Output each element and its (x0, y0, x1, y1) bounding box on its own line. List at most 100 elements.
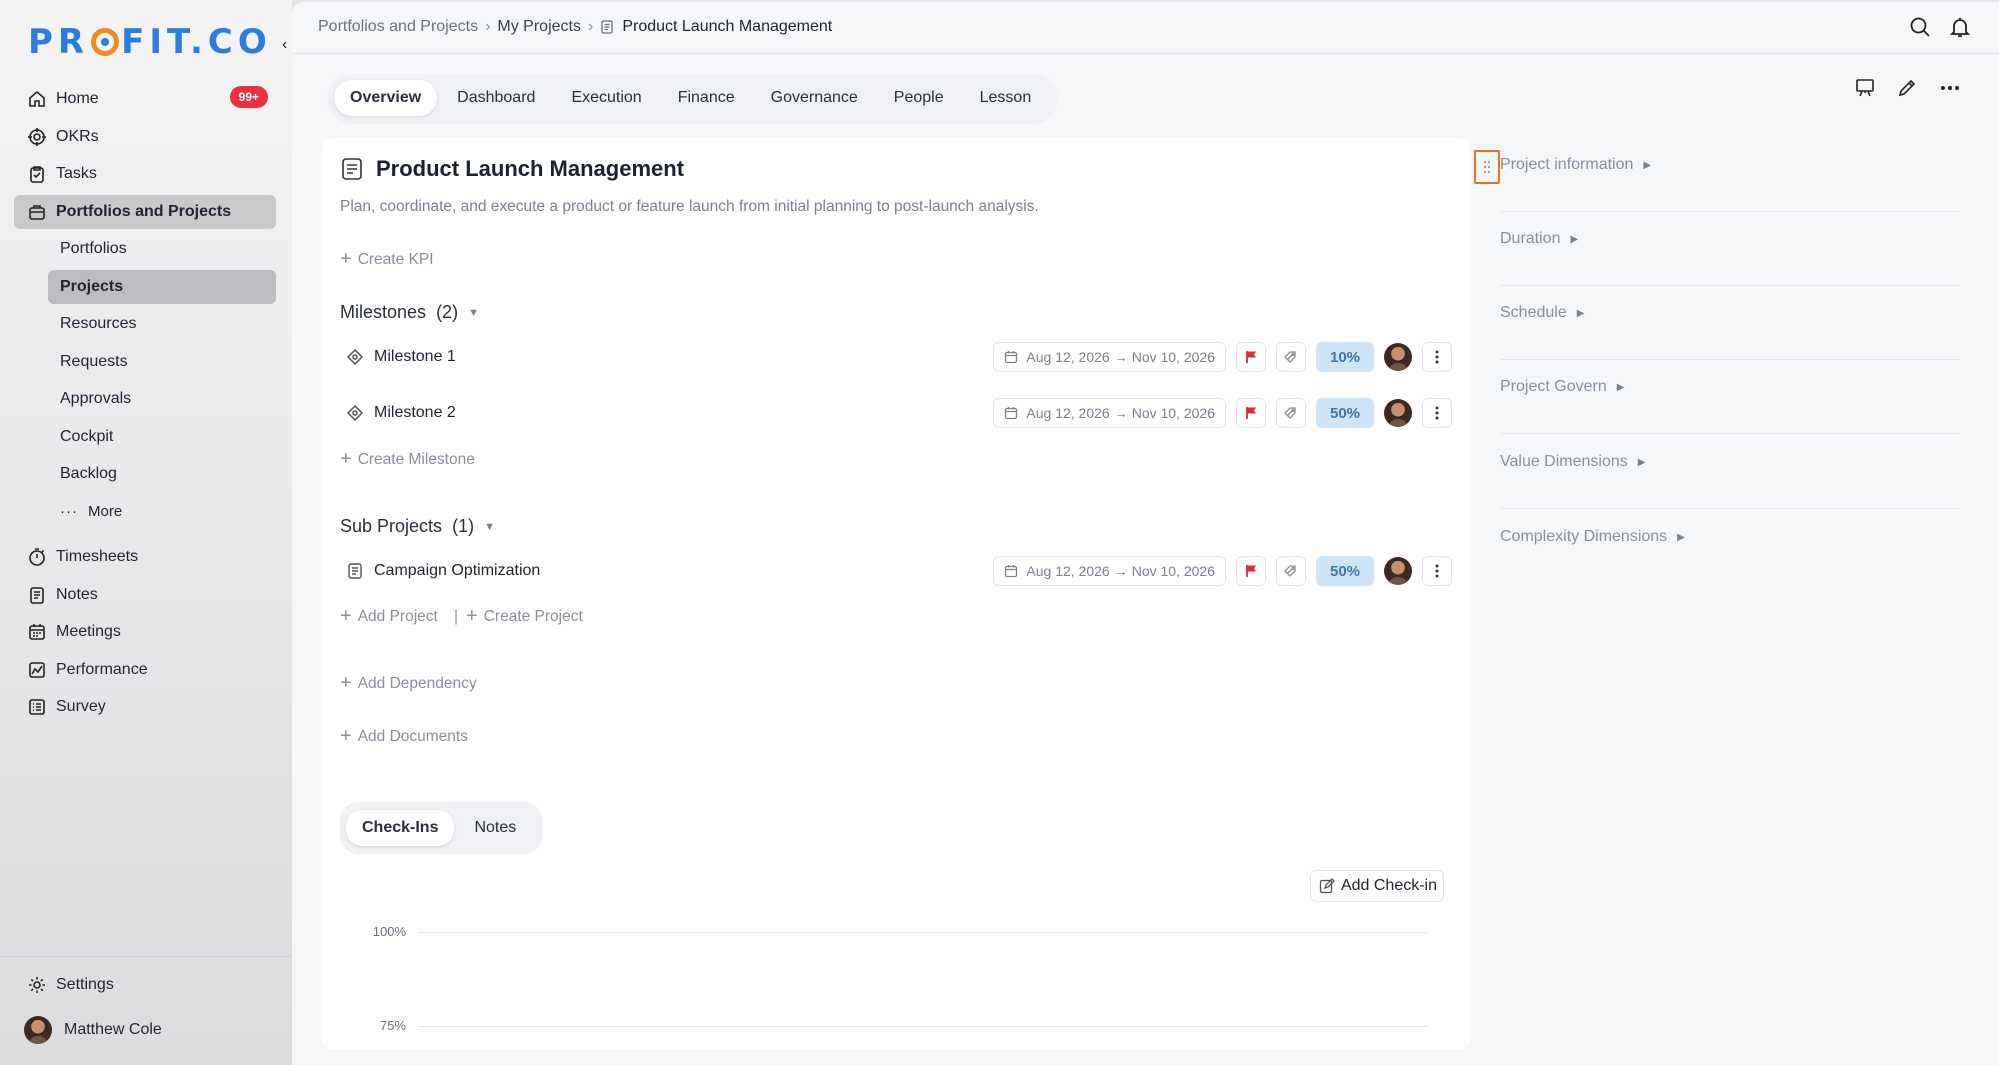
more-vertical-icon (1435, 350, 1439, 364)
avatar[interactable] (1384, 399, 1412, 427)
sidebar-subitem-backlog[interactable]: Backlog (48, 457, 276, 491)
plus-icon: + (340, 448, 352, 470)
tag-button[interactable] (1276, 342, 1306, 372)
date-range[interactable]: Aug 12, 2026 → Nov 10, 2026 (993, 342, 1226, 372)
panel-item-project-govern[interactable]: Project Govern ▶ (1500, 360, 1960, 434)
tag-button[interactable] (1276, 556, 1306, 586)
flag-icon (1246, 565, 1256, 577)
tag-icon (1284, 565, 1296, 577)
sub-projects-header[interactable]: Sub Projects (1) ▼ (340, 516, 495, 537)
sidebar-item-survey[interactable]: Survey (14, 690, 276, 724)
sub-project-row[interactable]: Campaign Optimization Aug 12, 2026 → Nov… (340, 552, 1456, 590)
sidebar-item-timesheets[interactable]: Timesheets (14, 540, 276, 574)
panel-item-project-information[interactable]: Project information ▶ (1500, 138, 1960, 212)
panel-item-duration[interactable]: Duration ▶ (1500, 212, 1960, 286)
sidebar-item-portfolios-and-projects[interactable]: Portfolios and Projects (14, 194, 276, 229)
create-project-button[interactable]: | + Create Project (454, 605, 583, 628)
caret-right-icon: ▶ (1643, 160, 1652, 171)
more-dots-icon: ··· (60, 503, 78, 520)
sidebar-item-meetings[interactable]: Meetings (14, 615, 276, 649)
plus-icon: + (340, 605, 352, 627)
milestone-row[interactable]: Milestone 1 Aug 12, 2026 → Nov 10, 2026 … (340, 338, 1456, 376)
panel-item-complexity-dimensions[interactable]: Complexity Dimensions ▶ (1500, 510, 1960, 584)
breadcrumb-my-projects[interactable]: My Projects (497, 18, 581, 36)
sidebar-subitem-cockpit[interactable]: Cockpit (48, 420, 276, 454)
priority-flag-button[interactable] (1236, 556, 1266, 586)
sidebar: PR FIT.CO ‹ Home 99+ OKRs Tasks Portfoli… (0, 0, 292, 1065)
tab-finance[interactable]: Finance (662, 80, 751, 116)
project-details-panel: Project information ▶ Duration ▶ Schedul… (1470, 138, 1970, 598)
panel-item-value-dimensions[interactable]: Value Dimensions ▶ (1500, 435, 1960, 509)
arrow-right-icon: → (1113, 405, 1128, 421)
more-horizontal-icon[interactable] (1939, 78, 1961, 98)
sidebar-item-settings[interactable]: Settings (28, 976, 114, 994)
drag-handle-icon[interactable] (1474, 150, 1500, 184)
sidebar-subitem-approvals[interactable]: Approvals (48, 382, 276, 416)
sidebar-item-tasks[interactable]: Tasks (14, 157, 276, 191)
tab-execution[interactable]: Execution (555, 80, 657, 116)
user-profile[interactable]: Matthew Cole (24, 1016, 162, 1044)
row-more-button[interactable] (1422, 556, 1452, 586)
plus-icon: + (466, 605, 478, 627)
gridline (418, 932, 1428, 933)
presentation-icon[interactable] (1855, 78, 1875, 98)
add-project-button[interactable]: + Add Project (340, 605, 438, 628)
sidebar-item-notes[interactable]: Notes (14, 578, 276, 612)
milestones-heading: Milestones (340, 302, 427, 322)
search-icon[interactable] (1909, 16, 1931, 38)
arrow-right-icon: → (1113, 349, 1128, 365)
tab-check-ins[interactable]: Check-Ins (346, 810, 455, 846)
create-kpi-button[interactable]: + Create KPI (340, 248, 434, 271)
tag-button[interactable] (1276, 398, 1306, 428)
add-check-in-button[interactable]: Add Check-in (1309, 870, 1444, 902)
collapse-sidebar-chevron-icon[interactable]: ‹ (282, 36, 287, 54)
y-tick-label: 75% (379, 1018, 406, 1033)
progress-badge[interactable]: 10% (1316, 342, 1374, 372)
sidebar-subitem-resources[interactable]: Resources (48, 307, 276, 341)
milestone-row[interactable]: Milestone 2 Aug 12, 2026 → Nov 10, 2026 … (340, 394, 1456, 432)
sidebar-item-performance[interactable]: Performance (14, 653, 276, 687)
bell-icon[interactable] (1949, 16, 1971, 38)
edit-pencil-icon[interactable] (1897, 78, 1917, 98)
topbar: Portfolios and Projects › My Projects › … (292, 2, 1999, 54)
sidebar-item-home[interactable]: Home 99+ (14, 82, 276, 116)
progress-badge[interactable]: 50% (1316, 398, 1374, 428)
milestones-header[interactable]: Milestones (2) ▼ (340, 302, 479, 323)
document-icon (601, 20, 613, 34)
main-content: Portfolios and Projects › My Projects › … (292, 2, 1999, 1065)
sidebar-subitem-projects[interactable]: Projects (48, 269, 276, 304)
more-vertical-icon (1435, 564, 1439, 578)
tab-notes[interactable]: Notes (458, 810, 532, 846)
sidebar-subitem-portfolios[interactable]: Portfolios (48, 232, 276, 266)
overview-card: Product Launch Management Plan, coordina… (322, 138, 1470, 1050)
row-more-button[interactable] (1422, 398, 1452, 428)
tab-people[interactable]: People (878, 80, 960, 116)
calendar-icon (1005, 407, 1018, 420)
priority-flag-button[interactable] (1236, 398, 1266, 428)
add-documents-button[interactable]: + Add Documents (340, 725, 468, 748)
tab-overview[interactable]: Overview (334, 80, 438, 116)
document-icon (342, 158, 362, 180)
sub-projects-heading: Sub Projects (340, 516, 443, 536)
priority-flag-button[interactable] (1236, 342, 1266, 372)
row-more-button[interactable] (1422, 342, 1452, 372)
panel-item-schedule[interactable]: Schedule ▶ (1500, 286, 1960, 360)
sidebar-subitem-more[interactable]: ··· More (48, 495, 276, 529)
profitco-logo[interactable]: PR FIT.CO (28, 22, 272, 62)
add-dependency-button[interactable]: + Add Dependency (340, 672, 477, 695)
avatar[interactable] (1384, 557, 1412, 585)
date-range[interactable]: Aug 12, 2026 → Nov 10, 2026 (993, 556, 1226, 586)
tab-dashboard[interactable]: Dashboard (441, 80, 551, 116)
add-dependency-label: Add Dependency (357, 674, 477, 692)
create-milestone-button[interactable]: + Create Milestone (340, 448, 475, 471)
create-project-label: Create Project (483, 607, 583, 625)
sidebar-subitem-requests[interactable]: Requests (48, 345, 276, 379)
tab-lesson[interactable]: Lesson (964, 80, 1048, 116)
document-icon (348, 563, 362, 579)
tab-governance[interactable]: Governance (755, 80, 874, 116)
date-range[interactable]: Aug 12, 2026 → Nov 10, 2026 (993, 398, 1226, 428)
avatar[interactable] (1384, 343, 1412, 371)
progress-badge[interactable]: 50% (1316, 556, 1374, 586)
sidebar-item-okrs[interactable]: OKRs (14, 120, 276, 154)
breadcrumb-portfolios-and-projects[interactable]: Portfolios and Projects (318, 18, 478, 36)
